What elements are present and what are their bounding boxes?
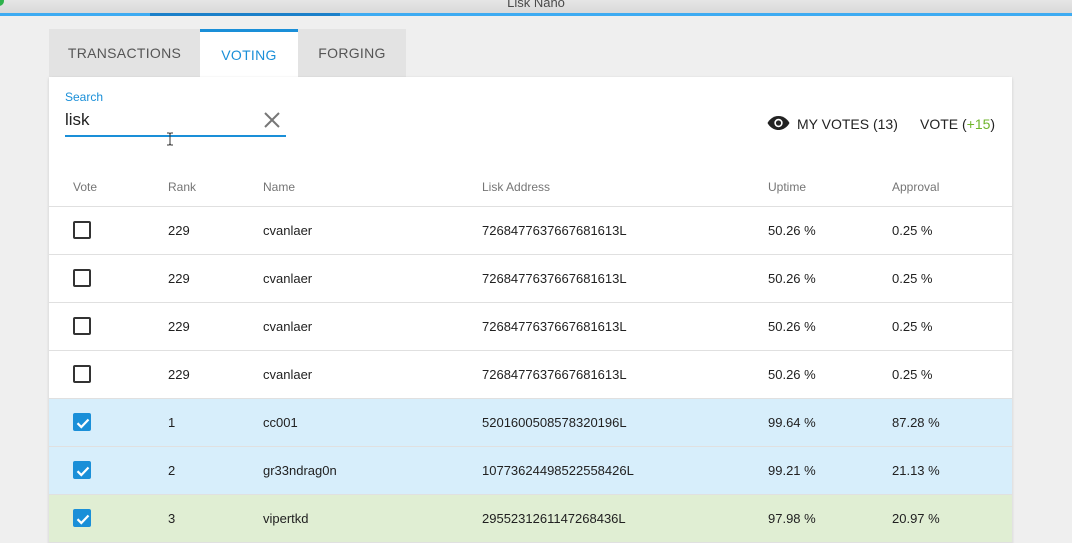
vote-checkbox[interactable] (73, 365, 91, 383)
address-cell: 7268477637667681613L (482, 271, 627, 286)
tab-voting[interactable]: VOTING (200, 29, 298, 77)
vote-checkbox[interactable] (73, 509, 91, 527)
name-cell: cvanlaer (263, 271, 313, 286)
search-label: Search (65, 90, 104, 104)
approval-cell: 21.13 % (892, 463, 940, 478)
search-field: Search (65, 89, 286, 146)
window-titlebar: Lisk Nano (0, 0, 1072, 13)
rank-cell: 229 (168, 271, 190, 286)
vote-button[interactable]: VOTE (+15) (920, 113, 995, 135)
approval-cell: 0.25 % (892, 319, 933, 334)
rank-cell: 229 (168, 319, 190, 334)
name-cell: cvanlaer (263, 223, 313, 238)
vote-checkbox[interactable] (73, 461, 91, 479)
approval-cell: 20.97 % (892, 511, 940, 526)
vote-checkbox[interactable] (73, 269, 91, 287)
vote-checkbox[interactable] (73, 413, 91, 431)
name-cell: cvanlaer (263, 319, 313, 334)
delegate-table-body: 229 cvanlaer 7268477637667681613L 50.26 % 0.… (49, 207, 1012, 543)
address-cell: 10773624498522558426L (482, 463, 634, 478)
column-header-vote[interactable]: Vote (73, 180, 97, 194)
table-row[interactable]: 1 cc001 5201600508578320196L 99.64 % 87.28 % (49, 399, 1012, 447)
eye-icon (767, 115, 797, 134)
table-row[interactable]: 2 gr33ndrag0n 10773624498522558426L 99.21 %… (49, 447, 1012, 495)
table-row[interactable]: 229 cvanlaer 7268477637667681613L 50.26 % 0.… (49, 207, 1012, 255)
approval-cell: 0.25 % (892, 223, 933, 238)
uptime-cell: 99.64 % (768, 415, 816, 430)
checkmark-icon (76, 466, 90, 477)
table-row[interactable]: 229 cvanlaer 7268477637667681613L 50.26 % 0.… (49, 255, 1012, 303)
uptime-cell: 50.26 % (768, 223, 816, 238)
uptime-cell: 50.26 % (768, 367, 816, 382)
checkmark-icon (76, 418, 90, 429)
loading-progress-bar (0, 13, 1072, 16)
table-row[interactable]: 3 vipertkd 2955231261147268436L 97.98 % 20.9… (49, 495, 1012, 543)
name-cell: cvanlaer (263, 367, 313, 382)
address-cell: 2955231261147268436L (482, 511, 626, 526)
column-header-name[interactable]: Name (263, 180, 295, 194)
uptime-cell: 50.26 % (768, 319, 816, 334)
uptime-cell: 99.21 % (768, 463, 816, 478)
address-cell: 7268477637667681613L (482, 223, 627, 238)
approval-cell: 0.25 % (892, 271, 933, 286)
voting-panel: Search MY VOTES (13) VOTE (+15) Vote (49, 77, 1012, 543)
rank-cell: 1 (168, 415, 176, 430)
tab-transactions[interactable]: TRANSACTIONS (49, 29, 200, 77)
column-header-uptime[interactable]: Uptime (768, 180, 806, 194)
name-cell: gr33ndrag0n (263, 463, 337, 478)
rank-cell: 2 (168, 463, 176, 478)
address-cell: 7268477637667681613L (482, 367, 627, 382)
table-header: Vote Rank Name Lisk Address Uptime Appro… (49, 169, 1012, 207)
approval-cell: 87.28 % (892, 415, 940, 430)
search-input[interactable] (65, 107, 255, 133)
name-cell: vipertkd (263, 511, 309, 526)
vote-count-delta: +15 (966, 116, 991, 132)
table-row[interactable]: 229 cvanlaer 7268477637667681613L 50.26 % 0.… (49, 351, 1012, 399)
column-header-rank[interactable]: Rank (168, 180, 196, 194)
rank-cell: 229 (168, 223, 190, 238)
my-votes-button[interactable]: MY VOTES (13) (767, 113, 898, 135)
my-votes-label: MY VOTES (13) (797, 116, 898, 132)
vote-checkbox[interactable] (73, 317, 91, 335)
uptime-cell: 97.98 % (768, 511, 816, 526)
clear-search-icon[interactable] (262, 110, 282, 130)
vote-label-suffix: ) (990, 116, 996, 132)
tab-forging[interactable]: FORGING (298, 29, 406, 77)
address-cell: 7268477637667681613L (482, 319, 627, 334)
main-tabs: TRANSACTIONS VOTING FORGING (49, 29, 406, 77)
column-header-approval[interactable]: Approval (892, 180, 939, 194)
vote-label-prefix: VOTE ( (920, 116, 967, 132)
table-row[interactable]: 229 cvanlaer 7268477637667681613L 50.26 % 0.… (49, 303, 1012, 351)
text-cursor-icon (166, 132, 174, 146)
rank-cell: 3 (168, 511, 176, 526)
loading-progress-fill (150, 13, 340, 16)
checkmark-icon (76, 514, 90, 525)
window-title: Lisk Nano (507, 0, 565, 10)
vote-checkbox[interactable] (73, 221, 91, 239)
uptime-cell: 50.26 % (768, 271, 816, 286)
approval-cell: 0.25 % (892, 367, 933, 382)
address-cell: 5201600508578320196L (482, 415, 627, 430)
rank-cell: 229 (168, 367, 190, 382)
name-cell: cc001 (263, 415, 298, 430)
column-header-address[interactable]: Lisk Address (482, 180, 550, 194)
search-underline (65, 135, 286, 137)
